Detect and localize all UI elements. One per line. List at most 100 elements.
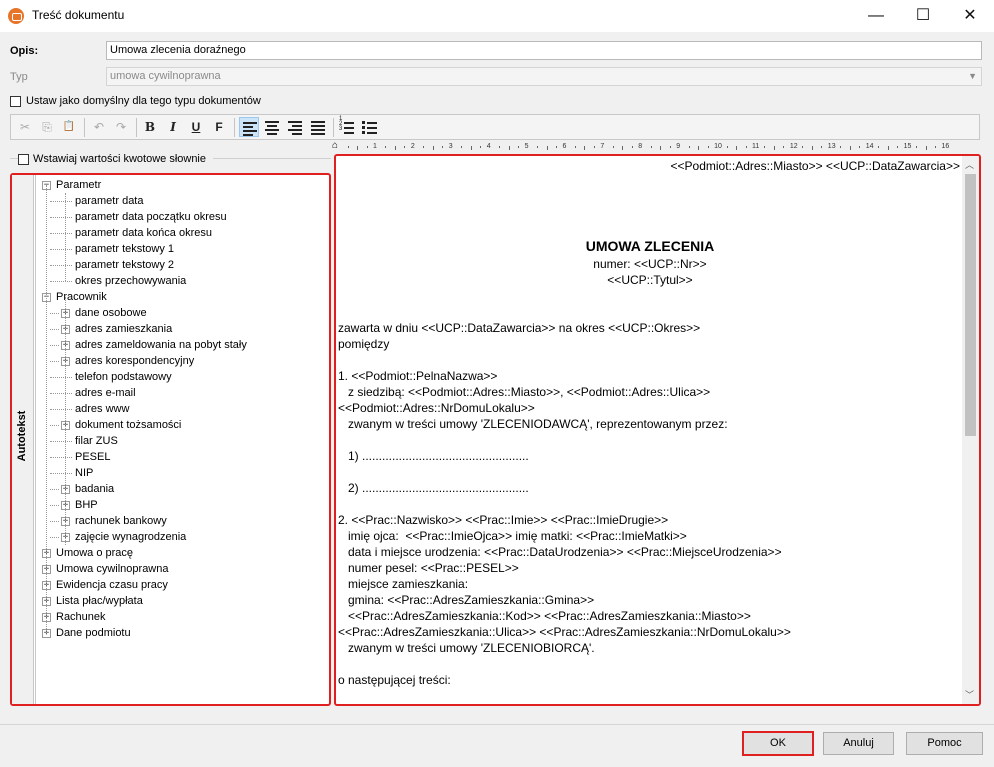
ruler-tick: [935, 146, 937, 148]
tree-item-label: Ewidencja czasu pracy: [56, 579, 168, 591]
doc-text-line: <<Prac::AdresZamieszkania::Kod>> <<Prac:…: [338, 609, 751, 623]
ruler-tick: [404, 146, 406, 148]
ruler-tick: [518, 146, 520, 148]
ruler-tick: [840, 146, 842, 148]
tree-item-label: adres korespondencyjny: [75, 355, 195, 367]
opis-input[interactable]: Umowa zlecenia doraźnego: [106, 41, 982, 60]
underline-button[interactable]: U: [186, 117, 206, 137]
ruler-number: 4: [486, 143, 491, 150]
tree-item-label: PESEL: [75, 451, 111, 463]
ruler-tick: [878, 146, 880, 148]
ruler-tick: [432, 146, 434, 150]
bold-button[interactable]: B: [140, 117, 160, 137]
scroll-down-icon[interactable]: ﹀: [965, 688, 974, 701]
italic-button[interactable]: I: [163, 117, 183, 137]
ruler-tick: [859, 146, 861, 148]
tree-item-label: adres zameldowania na pobyt stały: [75, 339, 247, 351]
autotext-tree: − Parametr parametr data parametr data pocz…: [37, 175, 329, 704]
ok-button[interactable]: OK: [742, 731, 814, 756]
ruler-number: 6: [562, 143, 567, 150]
ruler-tick: [849, 146, 851, 150]
document-scrollbar[interactable]: ︿ ﹀: [962, 156, 979, 704]
words-amount-checkbox[interactable]: [18, 154, 29, 165]
tree-item-label: Dane podmiotu: [56, 627, 131, 639]
doc-text-line: z siedzibą: <<Podmiot::Adres::Miasto>>, …: [338, 385, 711, 399]
align-left-icon[interactable]: [239, 117, 259, 137]
tree-connector: [50, 409, 72, 410]
copy-icon[interactable]: ⎘: [37, 117, 57, 137]
tree-item-label: parametr data końca okresu: [75, 227, 212, 239]
group-line: [213, 158, 331, 159]
scroll-up-icon[interactable]: ︿: [965, 158, 974, 171]
doc-text-line: 1) .....................................…: [338, 449, 529, 463]
maximize-button[interactable]: ☐: [900, 0, 946, 31]
ruler-number: 3: [448, 143, 453, 150]
font-button[interactable]: F: [209, 117, 229, 137]
default-type-label: Ustaw jako domyślny dla tego typu dokume…: [26, 95, 261, 107]
ruler-tick: [736, 146, 738, 150]
tree-connector: [50, 441, 72, 442]
tree-connector: [50, 329, 59, 330]
ruler-tick: [470, 146, 472, 150]
default-type-checkbox[interactable]: [10, 96, 21, 107]
tree-connector: [50, 233, 72, 234]
autotext-tab[interactable]: Autotekst: [12, 175, 34, 704]
ruler-number: 9: [676, 143, 681, 150]
tree-item-label: dane osobowe: [75, 307, 147, 319]
tree-connector: [50, 521, 59, 522]
doc-text-line: miejsce zamieszkania:: [338, 577, 469, 591]
ruler-tick: [660, 146, 662, 150]
tree-item-label: parametr tekstowy 1: [75, 243, 175, 255]
ruler-tick: [556, 146, 558, 148]
document-editor[interactable]: <<Podmiot::Adres::Miasto>> <<UCP::DataZa…: [334, 154, 981, 706]
cut-icon[interactable]: ✂: [15, 117, 35, 137]
paste-icon[interactable]: 📋: [59, 117, 79, 137]
align-right-icon[interactable]: [285, 117, 305, 137]
tree-guide-line: [46, 185, 47, 633]
tree-item-label: Umowa o pracę: [56, 547, 134, 559]
ruler-tick: [887, 146, 889, 150]
ruler-tick: [366, 146, 368, 148]
align-center-icon[interactable]: [262, 117, 282, 137]
cancel-button[interactable]: Anuluj: [823, 732, 894, 755]
ruler-tick: [612, 146, 614, 148]
tree-connector: [50, 313, 59, 314]
help-button[interactable]: Pomoc: [906, 732, 983, 755]
undo-icon[interactable]: ↶: [89, 117, 109, 137]
typ-select-value: umowa cywilnoprawna: [110, 70, 221, 82]
toolbar-separator: [84, 118, 85, 137]
autotext-tab-label: Autotekst: [16, 410, 28, 462]
ruler[interactable]: 1 2 3 4 5 6 7 8 9 10 11 12 13 14 15 16: [338, 143, 964, 153]
ruler-tick: [707, 146, 709, 148]
minimize-button[interactable]: —: [853, 0, 899, 31]
doc-text-line: gmina: <<Prac::AdresZamieszkania::Gmina>…: [338, 593, 595, 607]
typ-select[interactable]: umowa cywilnoprawna ▼: [106, 67, 982, 86]
chevron-down-icon: ▼: [968, 71, 977, 81]
ruler-tick: [574, 146, 576, 148]
ruler-indent-marker-icon[interactable]: ⌂: [332, 140, 338, 151]
bullet-list-icon[interactable]: [360, 117, 380, 137]
window-title: Treść dokumentu: [32, 8, 125, 22]
opis-label: Opis:: [10, 45, 39, 57]
justify-icon[interactable]: [308, 117, 328, 137]
doc-text-line: 2) .....................................…: [338, 481, 529, 495]
ruler-number: 14: [865, 143, 874, 150]
ruler-tick: [764, 146, 766, 148]
ruler-tick: [622, 146, 624, 150]
redo-icon[interactable]: ↷: [111, 117, 131, 137]
doc-text-line: numer pesel: <<Prac::PESEL>>: [338, 561, 519, 575]
ruler-tick: [584, 146, 586, 150]
numbered-list-icon[interactable]: 123: [337, 116, 357, 137]
ruler-tick: [347, 146, 349, 148]
ruler-tick: [773, 146, 775, 150]
ruler-number: 15: [903, 143, 912, 150]
formatting-toolbar: ✂ ⎘ 📋 ↶ ↷ B I U F 123: [10, 114, 980, 140]
ruler-number: 5: [524, 143, 529, 150]
close-button[interactable]: ✕: [947, 0, 993, 31]
tree-item-label: dokument tożsamości: [75, 419, 182, 431]
doc-body: zawarta w dniu <<UCP::DataZawarcia>> na …: [338, 321, 958, 701]
tree-item-label: Umowa cywilnoprawna: [56, 563, 169, 575]
doc-text-line: zawarta w dniu <<UCP::DataZawarcia>> na …: [338, 321, 701, 335]
scrollbar-thumb[interactable]: [965, 174, 976, 436]
ruler-tick: [631, 146, 633, 148]
